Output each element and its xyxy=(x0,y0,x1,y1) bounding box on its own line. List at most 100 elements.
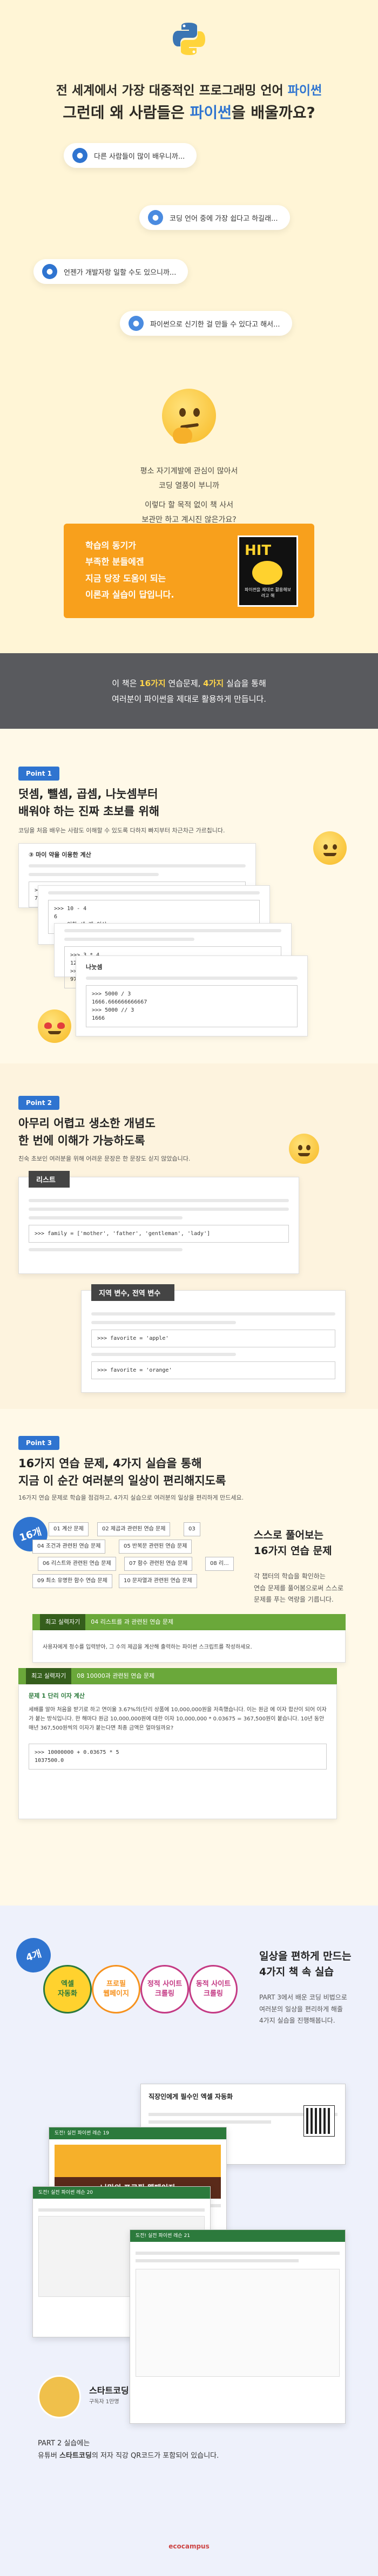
exercise-side-title: 스스로 풀어보는 16가지 연습 문제 xyxy=(254,1528,332,1558)
point2-title-line: 한 번에 이해가 가능하도록 xyxy=(18,1134,145,1147)
question-line xyxy=(0,493,378,498)
point1-title: 덧셈, 뺄셈, 곱셈, 나눗셈부터 배워야 하는 진짜 초보를 위해 xyxy=(18,786,159,820)
topic-item: 02 제곱과 관련된 연습 문제 xyxy=(97,1522,171,1536)
person-icon: ● xyxy=(42,264,57,279)
point2-tag: Point 2 xyxy=(18,1096,59,1110)
speech-bubble-text: 언젠가 개발자랑 일할 수도 있으니까... xyxy=(64,268,177,277)
hero-title: 전 세계에서 가장 대중적인 프로그래밍 언어 파이썬 그런데 왜 사람들은 파… xyxy=(0,81,378,125)
exercise-bar-2: 최고 실력자기 08 10000과 관련된 연습 문제 xyxy=(18,1668,337,1684)
answer-box: 학습의 동기가 부족한 분들에겐 지금 당장 도움이 되는 이론과 실습이 답입… xyxy=(64,524,314,618)
dynamic-crawling-screenshot: 도전! 실전 파이썬 레슨 21 xyxy=(130,2229,346,2424)
qr-notice-line: PART 2 실습에는 xyxy=(38,2439,90,2448)
topic-item: 06 리스트와 관련된 연습 문제 xyxy=(38,1557,116,1571)
hero-title-highlight2: 파이썬 xyxy=(190,103,232,121)
code-block: >>> family = ['mother', 'father', 'gentl… xyxy=(29,1225,289,1243)
point1-tag: Point 1 xyxy=(18,767,59,781)
feature-label: 정적 사이트 크롤링 xyxy=(147,1980,183,1998)
screenshot-title: 직장인에게 필수인 엑셀 자동화 xyxy=(148,2093,233,2100)
topic-item: 04 조건과 관련된 연습 문제 xyxy=(32,1540,106,1554)
screenshot-bar: 도전! 실전 파이썬 레슨 19 xyxy=(49,2127,226,2139)
feature-label: 엑셀 자동화 xyxy=(58,1980,77,1998)
bar-title: 04 리스트를 과 관련된 연습 문제 xyxy=(91,1618,174,1625)
topic-item: 03 xyxy=(184,1522,200,1536)
question-line: 이렇다 할 목적 없이 책 사서 xyxy=(145,501,233,510)
side-text-line: 각 챕터의 학습을 확인하는 xyxy=(254,1572,326,1580)
author-name: 스타트코딩 xyxy=(89,2385,129,2396)
card-heading: 나눗셈 xyxy=(86,964,103,971)
code-block: >>> 5000 / 3 1666.666666666667 >>> 5000 … xyxy=(86,985,298,1027)
card-label: 리스트 xyxy=(29,1171,70,1188)
book-cover: HIT 파이썬을 제대로 활용해보려고 해 xyxy=(238,535,298,607)
answer-line: 지금 당장 도움이 되는 xyxy=(85,573,166,584)
hero-section: 전 세계에서 가장 대중적인 프로그래밍 언어 파이썬 그런데 왜 사람들은 파… xyxy=(0,0,378,653)
answer-line: 이론과 실습이 답입니다. xyxy=(85,589,174,600)
topic-list: 01 계산 문제 02 제곱과 관련된 연습 문제 03 04 조건과 관련된 … xyxy=(0,1468,238,1588)
point2-section: Point 2 아무리 어렵고 생소한 개념도 한 번에 이해가 가능하도록 친… xyxy=(0,1063,378,1409)
bar-tag: 최고 실력자기 xyxy=(26,1668,72,1684)
topic-item: 10 문자열과 관련된 연습 문제 xyxy=(119,1574,197,1588)
point4-section: 4개 엑셀 자동화 프로필 웹페이지 정적 사이트 크롤링 동적 사이트 크롤링… xyxy=(0,1906,378,2576)
scope-lesson-card: 지역 변수, 전역 변수 >>> favorite = 'apple' >>> … xyxy=(81,1284,346,1393)
problem-text: 세배를 알아 처음을 받기로 하고 연이율 3.67%의(단리 상품에 10,0… xyxy=(29,1707,327,1731)
hero-title-line2a: 그런데 왜 사람들은 xyxy=(63,103,190,121)
question-text: 평소 자기계발에 관심이 많아서 코딩 열풍이 부니까 이렇다 할 목적 없이 … xyxy=(0,464,378,527)
side-text-line: 4가지 실습을 진행해봅니다. xyxy=(259,2017,335,2025)
card-heading: ③ 마이 약을 이용한 계산 xyxy=(29,851,91,858)
author-subscribers: 구독자 1만명 xyxy=(89,2399,119,2405)
topic-item: 09 최소 유명한 함수 연습 문제 xyxy=(32,1574,112,1588)
point3-tag: Point 3 xyxy=(18,1436,59,1450)
bar-title: 08 10000과 관련된 연습 문제 xyxy=(77,1672,155,1679)
hero-title-line2c: 을 배울까요? xyxy=(231,103,315,121)
speech-bubble-text: 다른 사람들이 많이 배우니까... xyxy=(94,152,185,161)
exercise-text: 사용자에게 정수를 입력받아, 그 수의 제곱을 계산해 출력하는 파이썬 스크… xyxy=(43,1644,252,1650)
band-highlight: 4가지 xyxy=(203,679,224,688)
point1-section: Point 1 덧셈, 뺄셈, 곱셈, 나눗셈부터 배워야 하는 진짜 초보를 … xyxy=(0,729,378,1063)
feature-dynamic-crawling: 동적 사이트 크롤링 xyxy=(189,1965,238,2014)
speech-bubble-3: ● 언젠가 개발자랑 일할 수도 있으니까... xyxy=(33,259,188,284)
feature-static-crawling: 정적 사이트 크롤링 xyxy=(140,1965,189,2014)
python-logo-icon xyxy=(173,23,205,55)
qr-notice-text: 유튜버 xyxy=(38,2452,60,2460)
topic-item: 01 계산 문제 xyxy=(49,1522,89,1536)
feature-label: 프로필 웹페이지 xyxy=(103,1980,129,1998)
book-mascot-icon xyxy=(252,561,282,585)
list-lesson-card: 리스트 >>> family = ['mother', 'father', 'g… xyxy=(18,1171,299,1274)
screenshot-bar: 도전! 실전 파이썬 레슨 20 xyxy=(33,2187,210,2199)
thinking-face-icon xyxy=(162,389,216,444)
point1-title-line: 배워야 하는 진짜 초보를 위해 xyxy=(18,804,160,818)
publisher-logo: ecocampus xyxy=(168,2543,210,2550)
hero-title-highlight1: 파이썬 xyxy=(287,84,322,98)
band-text: 이 책은 xyxy=(112,679,140,688)
exercise-card-1: 사용자에게 정수를 입력받아, 그 수의 제곱을 계산해 출력하는 파이썬 스크… xyxy=(32,1630,346,1663)
question-line: 평소 자기계발에 관심이 많아서 xyxy=(140,467,238,476)
speech-bubble-text: 코딩 언어 중에 가장 쉽다고 하길래... xyxy=(170,214,278,223)
author-avatar xyxy=(38,2375,81,2418)
band-line2: 여러분이 파이썬을 제대로 활용하게 만듭니다. xyxy=(111,694,267,704)
card-label: 지역 변수, 전역 변수 xyxy=(91,1284,175,1301)
person-icon: ● xyxy=(148,210,163,225)
point1-title-line: 덧셈, 뺄셈, 곱셈, 나눗셈부터 xyxy=(18,788,158,801)
qr-notice-highlight: 스타트코딩 xyxy=(59,2452,92,2460)
code-block: >>> 10000000 + 0.03675 * 5 1037500.0 xyxy=(29,1744,327,1770)
problem-title: 문제 1 단리 이자 계산 xyxy=(29,1692,85,1699)
side-text-line: 문제를 푸는 역량을 기릅니다. xyxy=(254,1596,334,1604)
exercise-card-2: 문제 1 단리 이자 계산 세배를 알아 처음을 받기로 하고 연이율 3.67… xyxy=(18,1684,337,1819)
point2-subtitle: 친숙 초보인 여러분을 위해 어려운 문장은 한 문장도 싣지 않았습니다. xyxy=(18,1155,191,1162)
bar-tag: 최고 실력자기 xyxy=(40,1614,86,1630)
book-hit-label: HIT xyxy=(245,543,272,559)
exercise-bar-1: 최고 실력자기 04 리스트를 과 관련된 연습 문제 xyxy=(32,1614,346,1630)
code-block: >>> favorite = 'apple' xyxy=(91,1330,335,1347)
question-line: 코딩 열풍이 부니까 xyxy=(159,481,219,490)
side-title-line: 16가지 연습 문제 xyxy=(254,1544,332,1557)
point2-title: 아무리 어렵고 생소한 개념도 한 번에 이해가 가능하도록 xyxy=(18,1115,156,1149)
answer-text: 학습의 동기가 부족한 분들에겐 지금 당장 도움이 되는 이론과 실습이 답입… xyxy=(85,538,174,604)
point2-title-line: 아무리 어렵고 생소한 개념도 xyxy=(18,1117,156,1130)
qr-code xyxy=(303,2105,335,2137)
topic-item: 07 함수 관련된 연습 문제 xyxy=(124,1557,193,1571)
point1-subtitle: 코딩을 처음 배우는 사람도 이해할 수 있도록 다하지 빠지부터 차근차근 가… xyxy=(18,827,225,834)
page: 전 세계에서 가장 대중적인 프로그래밍 언어 파이썬 그런데 왜 사람들은 파… xyxy=(0,0,378,2576)
speech-bubble-4: ● 파이썬으로 신기한 걸 만들 수 있다고 해서... xyxy=(120,311,292,336)
answer-line: 학습의 동기가 xyxy=(85,540,136,551)
thinking-face-icon xyxy=(289,1134,319,1164)
topic-item: 08 리... xyxy=(205,1557,234,1571)
